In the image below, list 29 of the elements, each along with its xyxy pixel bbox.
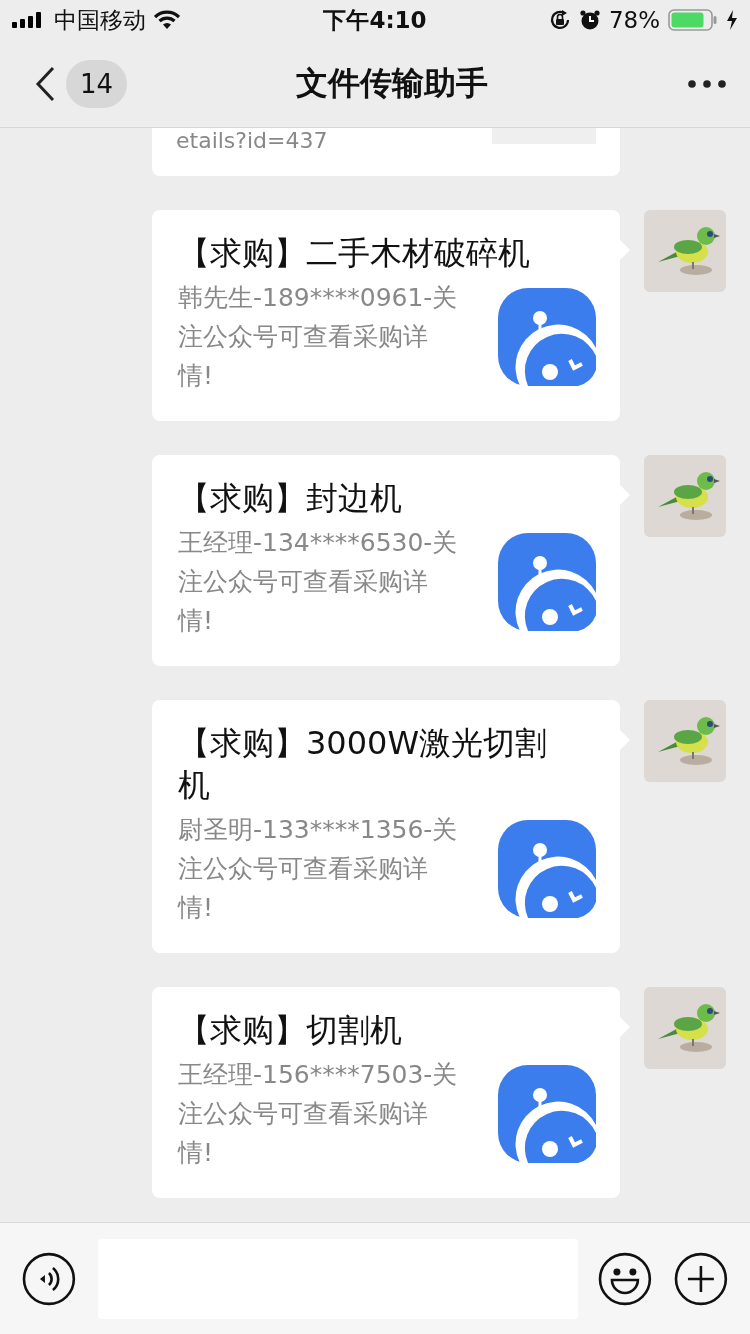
wifi-icon	[154, 10, 180, 30]
voice-icon[interactable]	[22, 1251, 76, 1306]
link-text: etails?id=437	[176, 128, 328, 154]
back-icon[interactable]	[34, 65, 56, 102]
battery-icon	[668, 9, 718, 31]
card-description: 王经理-156****7503-关注公众号可查看采购详情!	[178, 1059, 458, 1169]
rotation-lock-icon	[548, 9, 571, 31]
plus-icon[interactable]	[674, 1251, 728, 1306]
clock-time: 下午4:10	[323, 5, 427, 35]
robot-logo-icon	[498, 533, 596, 631]
more-icon[interactable]	[688, 79, 726, 88]
card-description: 尉圣明-133****1356-关注公众号可查看采购详情!	[178, 814, 458, 924]
message-bubble[interactable]: etails?id=437	[152, 128, 620, 176]
robot-logo-icon	[498, 820, 596, 918]
charging-icon	[726, 10, 738, 30]
alarm-icon	[578, 9, 601, 31]
card-description: 王经理-134****6530-关注公众号可查看采购详情!	[178, 527, 458, 637]
robot-logo-icon	[498, 1065, 596, 1163]
unread-count-badge[interactable]: 14	[66, 59, 128, 108]
card-title: 【求购】二手木材破碎机	[178, 233, 531, 274]
card-title: 【求购】封边机	[178, 478, 403, 519]
card-description: 韩先生-189****0961-关注公众号可查看采购详情!	[178, 282, 458, 392]
robot-logo-icon	[498, 288, 596, 386]
card-title: 【求购】切割机	[178, 1010, 403, 1051]
chat-title: 文件传输助手	[296, 62, 488, 104]
carrier-name: 中国移动	[54, 5, 146, 35]
card-title: 【求购】3000W激光切割机	[178, 723, 549, 806]
battery-percent: 78%	[608, 7, 660, 33]
emoji-icon[interactable]	[598, 1251, 653, 1306]
